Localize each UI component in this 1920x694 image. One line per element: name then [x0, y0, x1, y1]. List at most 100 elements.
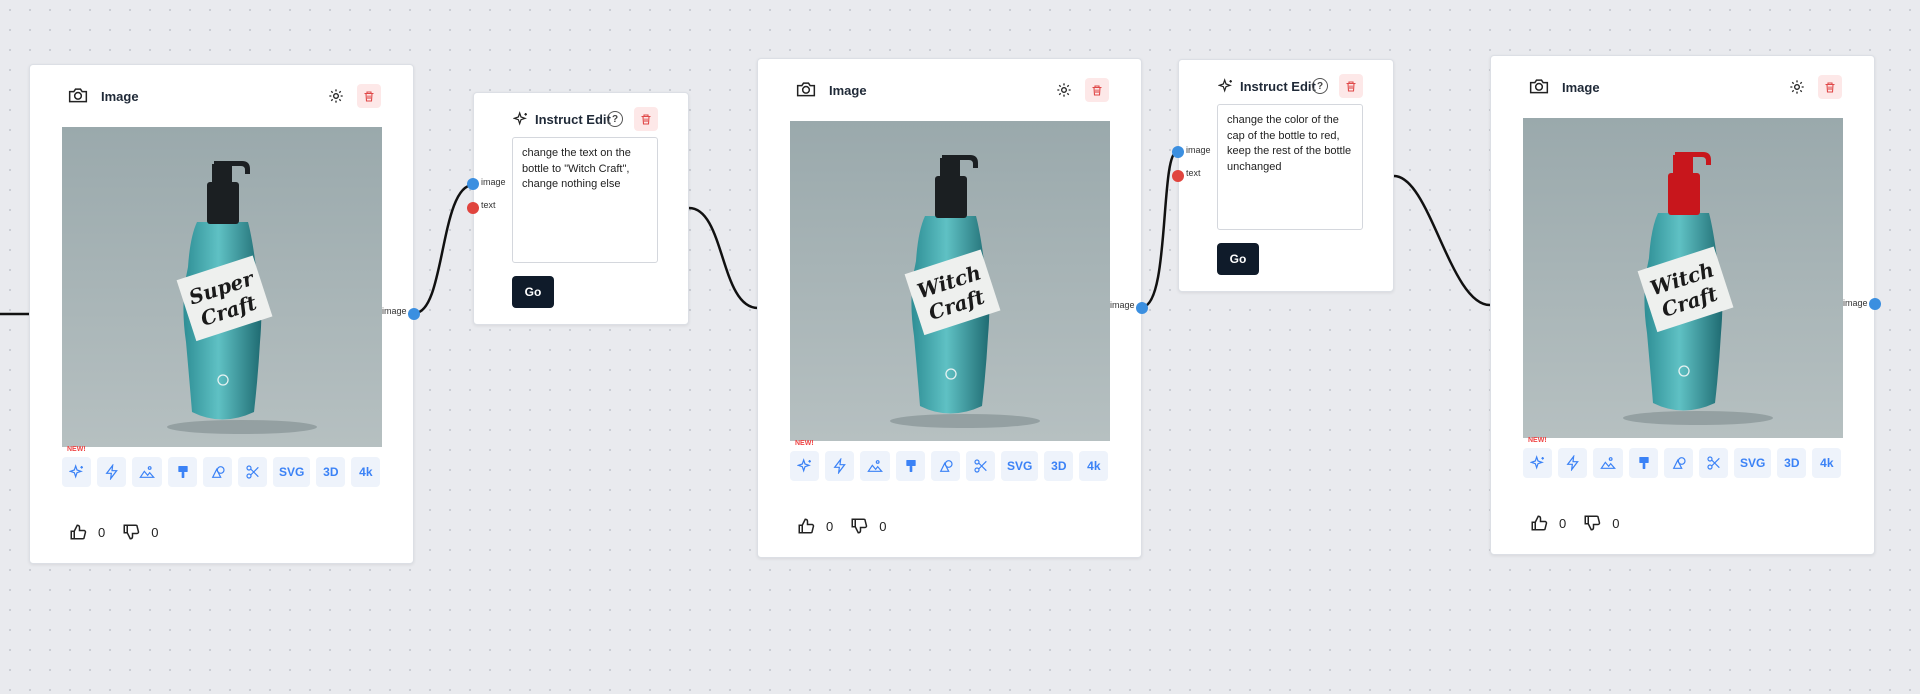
paint-tool-button[interactable]	[1629, 448, 1658, 478]
thumbs-up-icon[interactable]	[68, 522, 88, 542]
shapes-tool-button[interactable]	[1664, 448, 1693, 478]
votes: 0 0	[796, 516, 902, 536]
sparkles-icon	[512, 110, 530, 128]
edge-edit2-to-image3	[1393, 174, 1491, 307]
scissors-icon	[245, 465, 259, 479]
brush-icon	[905, 460, 916, 472]
thumbs-down-icon[interactable]	[1582, 513, 1602, 533]
cut-tool-button[interactable]	[966, 451, 995, 481]
svg-button[interactable]: SVG	[1734, 448, 1772, 478]
text-input-label: text	[481, 200, 496, 210]
image-node-1[interactable]: Image Super Craft NEW! SVG 3D 4k 0 0	[29, 64, 414, 564]
output-port[interactable]	[1136, 302, 1148, 314]
cut-tool-button[interactable]	[1699, 448, 1728, 478]
3d-button[interactable]: 3D	[316, 457, 346, 487]
trash-icon	[1346, 80, 1356, 92]
delete-button[interactable]	[1085, 78, 1109, 102]
image-input-port[interactable]	[1172, 146, 1184, 158]
4k-button[interactable]: 4k	[1079, 451, 1109, 481]
dislikes-count: 0	[879, 518, 887, 534]
instruct-edit-node-1[interactable]: Instruct Edit ? change the text on the b…	[473, 92, 689, 325]
delete-button[interactable]	[634, 107, 658, 131]
lightning-icon	[832, 458, 846, 474]
quick-tool-button[interactable]	[1558, 448, 1587, 478]
image-node-2[interactable]: Image Witch Craft NEW! SVG 3D 4k 0 0	[757, 58, 1142, 558]
camera-icon	[1529, 76, 1549, 96]
cut-tool-button[interactable]	[238, 457, 267, 487]
votes: 0 0	[68, 522, 174, 542]
new-badge: NEW!	[1528, 437, 1547, 444]
generated-image[interactable]: Witch Craft	[790, 121, 1110, 441]
sparkles-icon	[796, 458, 811, 473]
thumbs-down-icon[interactable]	[121, 522, 141, 542]
likes-count: 0	[98, 524, 106, 540]
trash-icon	[641, 113, 651, 125]
image-input-label: image	[1186, 145, 1211, 155]
image-node-header: Image	[30, 65, 413, 125]
scene-tool-button[interactable]	[132, 457, 162, 487]
magic-tool-button[interactable]: NEW!	[1523, 437, 1552, 478]
delete-button[interactable]	[1818, 75, 1842, 99]
output-port-label: image	[1843, 298, 1868, 308]
4k-button[interactable]: 4k	[351, 457, 381, 487]
3d-button[interactable]: 3D	[1777, 448, 1807, 478]
lightning-icon	[104, 464, 118, 480]
4k-button[interactable]: 4k	[1812, 448, 1842, 478]
paint-tool-button[interactable]	[168, 457, 197, 487]
paint-tool-button[interactable]	[896, 451, 925, 481]
thumbs-down-icon[interactable]	[849, 516, 869, 536]
tool-bar: NEW! SVG 3D 4k	[1523, 437, 1842, 478]
instruct-edit-node-2[interactable]: Instruct Edit ? change the color of the …	[1178, 59, 1394, 292]
shapes-icon	[211, 466, 225, 478]
image-node-3[interactable]: Image Witch Craft NEW! SVG 3D 4k 0 0	[1490, 55, 1875, 555]
likes-count: 0	[826, 518, 834, 534]
trash-icon	[1092, 84, 1102, 96]
dislikes-count: 0	[151, 524, 159, 540]
shapes-tool-button[interactable]	[203, 457, 232, 487]
shapes-tool-button[interactable]	[931, 451, 960, 481]
prompt-textarea[interactable]: change the color of the cap of the bottl…	[1217, 104, 1363, 230]
text-input-port[interactable]	[467, 202, 479, 214]
scissors-icon	[1706, 456, 1720, 470]
3d-button[interactable]: 3D	[1044, 451, 1074, 481]
shapes-icon	[939, 460, 953, 472]
output-port[interactable]	[1869, 298, 1881, 310]
scene-tool-button[interactable]	[860, 451, 890, 481]
image-node-header: Image	[1491, 56, 1874, 116]
sparkles-icon	[68, 464, 83, 479]
thumbs-up-icon[interactable]	[1529, 513, 1549, 533]
generated-image[interactable]: Super Craft	[62, 127, 382, 447]
camera-icon	[796, 79, 816, 99]
image-input-label: image	[481, 177, 506, 187]
svg-button[interactable]: SVG	[1001, 451, 1039, 481]
text-input-label: text	[1186, 168, 1201, 178]
magic-tool-button[interactable]: NEW!	[62, 446, 91, 487]
prompt-textarea[interactable]: change the text on the bottle to "Witch …	[512, 137, 658, 263]
gear-icon[interactable]	[326, 86, 346, 106]
quick-tool-button[interactable]	[825, 451, 854, 481]
quick-tool-button[interactable]	[97, 457, 126, 487]
votes: 0 0	[1529, 513, 1635, 533]
edge-edit1-to-image2	[688, 206, 759, 310]
gear-icon[interactable]	[1054, 80, 1074, 100]
gear-icon[interactable]	[1787, 77, 1807, 97]
svg-button[interactable]: SVG	[273, 457, 311, 487]
image-input-port[interactable]	[467, 178, 479, 190]
go-button[interactable]: Go	[1217, 243, 1259, 275]
delete-button[interactable]	[357, 84, 381, 108]
scene-tool-button[interactable]	[1593, 448, 1623, 478]
thumbs-up-icon[interactable]	[796, 516, 816, 536]
help-icon[interactable]: ?	[1312, 78, 1328, 94]
go-button[interactable]: Go	[512, 276, 554, 308]
brush-icon	[177, 466, 188, 478]
landscape-icon	[139, 466, 155, 478]
generated-image[interactable]: Witch Craft	[1523, 118, 1843, 438]
text-input-port[interactable]	[1172, 170, 1184, 182]
delete-button[interactable]	[1339, 74, 1363, 98]
output-port[interactable]	[408, 308, 420, 320]
likes-count: 0	[1559, 515, 1567, 531]
image-node-title: Image	[829, 83, 867, 98]
magic-tool-button[interactable]: NEW!	[790, 440, 819, 481]
help-icon[interactable]: ?	[607, 111, 623, 127]
image-node-title: Image	[101, 89, 139, 104]
